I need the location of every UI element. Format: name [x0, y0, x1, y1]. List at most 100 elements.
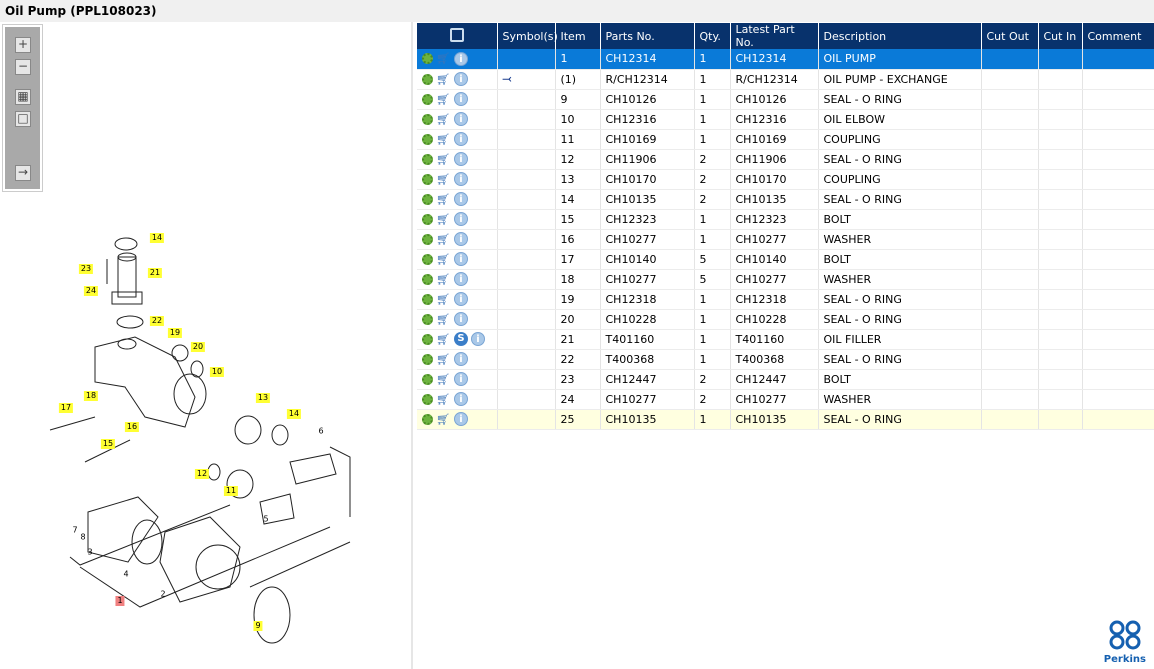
- cart-icon[interactable]: 🛒︎: [436, 234, 451, 245]
- toggle-panel-button[interactable]: →: [15, 165, 31, 181]
- cart-icon[interactable]: 🛒︎: [436, 354, 451, 365]
- info-icon[interactable]: i: [454, 412, 468, 426]
- column-header[interactable]: Symbol(s): [497, 23, 558, 49]
- zoom-in-button[interactable]: +: [15, 37, 31, 53]
- zoom-out-button[interactable]: −: [15, 59, 31, 75]
- info-icon[interactable]: i: [454, 212, 468, 226]
- column-header[interactable]: Cut Out: [981, 23, 1039, 49]
- info-icon[interactable]: i: [454, 112, 468, 126]
- gear-icon[interactable]: [422, 113, 433, 125]
- table-row[interactable]: 🛒︎ i 9 CH10126 1 CH10126 SEAL - O RING: [417, 89, 1154, 110]
- cart-icon[interactable]: 🛒︎: [436, 334, 451, 345]
- table-row[interactable]: 🛒︎ i 19 CH12318 1 CH12318 SEAL - O RING: [417, 289, 1154, 310]
- table-row[interactable]: 🛒︎ i 23 CH12447 2 CH12447 BOLT: [417, 369, 1154, 390]
- callout-label[interactable]: 24: [83, 286, 99, 296]
- gear-icon[interactable]: [422, 353, 433, 365]
- callout-label[interactable]: 23: [78, 264, 94, 274]
- table-row[interactable]: 🛒︎ i 24 CH10277 2 CH10277 WASHER: [417, 389, 1154, 410]
- callout-label-highlighted[interactable]: 1: [115, 596, 125, 606]
- gear-icon[interactable]: [422, 173, 433, 185]
- callout-label[interactable]: 17: [58, 403, 74, 413]
- table-row[interactable]: 🛒︎ i 10 CH12316 1 CH12316 OIL ELBOW: [417, 109, 1154, 130]
- callout-label[interactable]: 19: [167, 328, 183, 338]
- table-row[interactable]: 🛒︎ i 22 T400368 1 T400368 SEAL - O RING: [417, 349, 1154, 370]
- callout-label[interactable]: 14: [286, 409, 302, 419]
- info-icon[interactable]: i: [454, 172, 468, 186]
- cart-icon[interactable]: 🛒︎: [436, 394, 451, 405]
- gear-icon[interactable]: [422, 333, 433, 345]
- diagram-panel[interactable]: 14 23 21 24 22 19 20 10 13 18 17 14 16 1…: [0, 22, 413, 669]
- cart-icon[interactable]: 🛒︎: [436, 94, 451, 105]
- table-row[interactable]: 🛒︎ i 13 CH10170 2 CH10170 COUPLING: [417, 169, 1154, 190]
- gear-icon[interactable]: [422, 313, 433, 325]
- cart-icon[interactable]: 🛒︎: [436, 414, 451, 425]
- info-icon[interactable]: i: [454, 132, 468, 146]
- s-badge-icon[interactable]: S: [454, 332, 468, 346]
- table-row[interactable]: 🛒︎ i 18 CH10277 5 CH10277 WASHER: [417, 269, 1154, 290]
- gear-icon[interactable]: [422, 273, 433, 285]
- table-row[interactable]: 🛒︎ i 11 CH10169 1 CH10169 COUPLING: [417, 129, 1154, 150]
- actual-size-button[interactable]: □: [15, 111, 31, 127]
- callout-label[interactable]: 22: [149, 316, 165, 326]
- table-row[interactable]: 🛒︎ i 17 CH10140 5 CH10140 BOLT: [417, 249, 1154, 270]
- cart-icon[interactable]: 🛒︎: [436, 114, 451, 125]
- callout-label[interactable]: 16: [124, 422, 140, 432]
- cart-icon[interactable]: 🛒︎: [436, 214, 451, 225]
- cart-icon[interactable]: 🛒︎: [436, 314, 451, 325]
- info-icon[interactable]: i: [454, 252, 468, 266]
- cart-icon[interactable]: 🛒︎: [436, 274, 451, 285]
- column-header[interactable]: Cut In: [1038, 23, 1083, 49]
- info-icon[interactable]: i: [454, 51, 468, 66]
- callout-label[interactable]: 21: [147, 268, 163, 278]
- cart-icon[interactable]: 🛒︎: [436, 174, 451, 185]
- cart-icon[interactable]: 🛒︎: [436, 134, 451, 145]
- callout-label[interactable]: 13: [255, 393, 271, 403]
- info-icon[interactable]: i: [454, 92, 468, 106]
- info-icon[interactable]: i: [454, 152, 468, 166]
- table-row[interactable]: 🛒︎ i 25 CH10135 1 CH10135 SEAL - O RING: [417, 409, 1154, 430]
- info-icon[interactable]: i: [454, 272, 468, 286]
- column-header[interactable]: Description: [818, 23, 982, 49]
- info-icon[interactable]: i: [454, 392, 468, 406]
- gear-icon[interactable]: [422, 93, 433, 105]
- cart-icon[interactable]: 🛒︎: [436, 254, 451, 265]
- gear-icon[interactable]: [422, 133, 433, 145]
- gear-icon[interactable]: [422, 153, 433, 165]
- callout-label[interactable]: 18: [83, 391, 99, 401]
- info-icon[interactable]: i: [454, 352, 468, 366]
- column-header[interactable]: Parts No.: [600, 23, 695, 49]
- table-row[interactable]: 🛒︎ i ⤙ (1) R/CH12314 1 R/CH12314 OIL PUMP - EXC…: [417, 69, 1154, 90]
- table-row[interactable]: 🛒︎ i 16 CH10277 1 CH10277 WASHER: [417, 229, 1154, 250]
- column-header[interactable]: Qty.: [694, 23, 731, 49]
- info-icon[interactable]: i: [454, 312, 468, 326]
- table-row[interactable]: 🛒︎ Si 21 T401160 1 T401160 OIL FILLER: [417, 329, 1154, 350]
- gear-icon[interactable]: [422, 293, 433, 305]
- gear-icon[interactable]: [422, 193, 433, 205]
- gear-icon[interactable]: [422, 233, 433, 245]
- cart-icon[interactable]: 🛒︎: [436, 154, 451, 165]
- info-icon[interactable]: i: [471, 332, 485, 346]
- table-row[interactable]: 🛒︎ i 1 CH12314 1 CH12314 OIL PUMP: [417, 49, 1154, 70]
- gear-icon[interactable]: [422, 393, 433, 405]
- callout-label[interactable]: 9: [253, 621, 263, 631]
- callout-label[interactable]: 15: [100, 439, 116, 449]
- search-column-header[interactable]: [417, 23, 498, 49]
- cart-icon[interactable]: 🛒︎: [436, 53, 451, 64]
- gear-icon[interactable]: [422, 253, 433, 265]
- gear-icon[interactable]: [422, 373, 433, 385]
- info-icon[interactable]: i: [454, 192, 468, 206]
- table-row[interactable]: 🛒︎ i 14 CH10135 2 CH10135 SEAL - O RING: [417, 189, 1154, 210]
- gear-icon[interactable]: [422, 73, 433, 85]
- fit-all-button[interactable]: ▦: [15, 89, 31, 105]
- column-header[interactable]: Comment: [1082, 23, 1154, 49]
- info-icon[interactable]: i: [454, 232, 468, 246]
- table-row[interactable]: 🛒︎ i 15 CH12323 1 CH12323 BOLT: [417, 209, 1154, 230]
- info-icon[interactable]: i: [454, 372, 468, 386]
- column-header[interactable]: Item: [555, 23, 601, 49]
- cart-icon[interactable]: 🛒︎: [436, 74, 451, 85]
- callout-label[interactable]: 20: [190, 342, 206, 352]
- info-icon[interactable]: i: [454, 292, 468, 306]
- table-row[interactable]: 🛒︎ i 12 CH11906 2 CH11906 SEAL - O RING: [417, 149, 1154, 170]
- callout-label[interactable]: 10: [209, 367, 225, 377]
- table-row[interactable]: 🛒︎ i 20 CH10228 1 CH10228 SEAL - O RING: [417, 309, 1154, 330]
